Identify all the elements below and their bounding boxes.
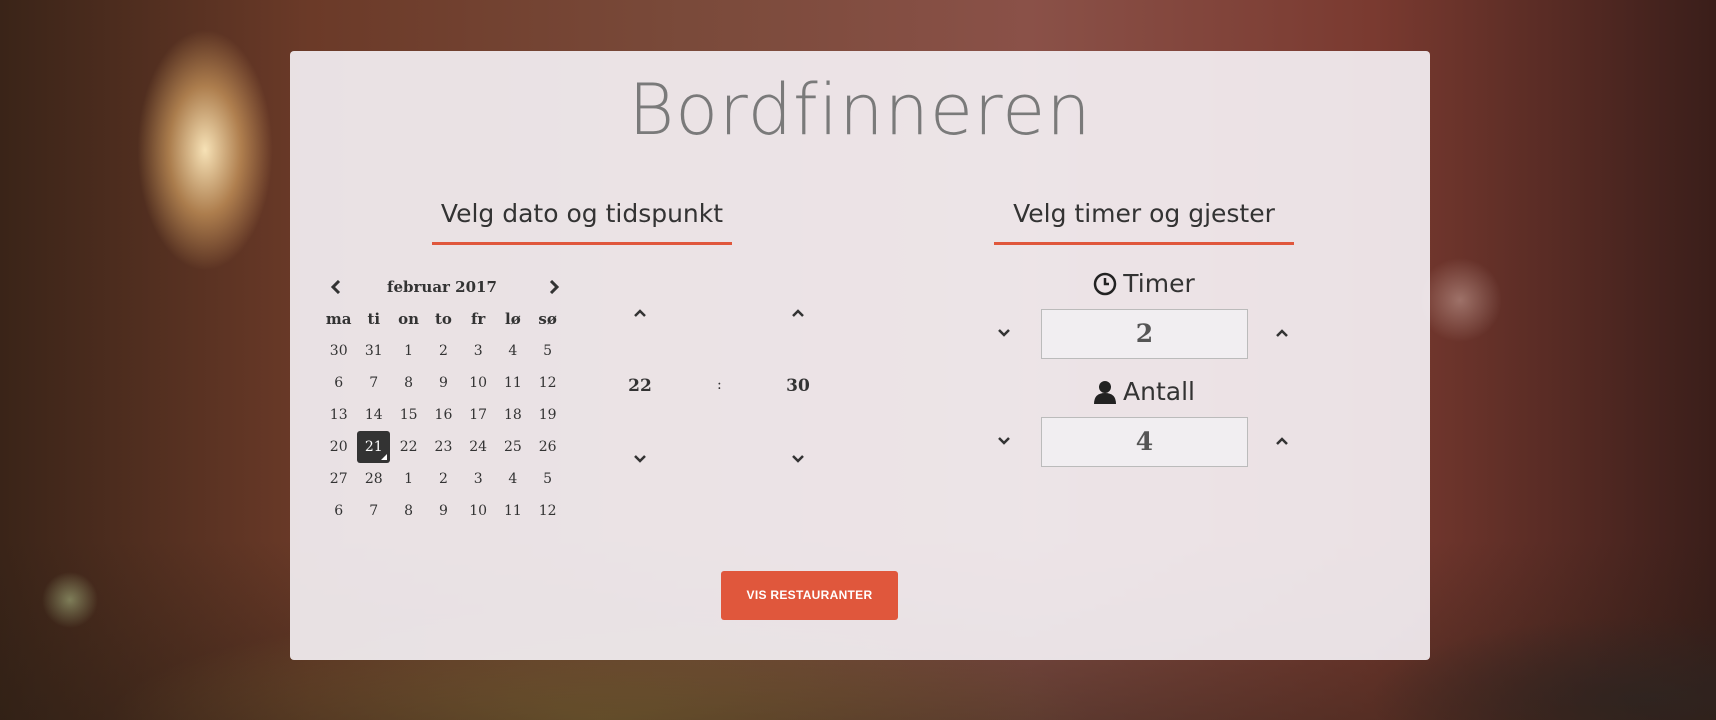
- hours-input[interactable]: 2: [1041, 309, 1248, 359]
- calendar-day[interactable]: 4: [497, 335, 530, 367]
- calendar-day[interactable]: 16: [427, 399, 460, 431]
- selected-day[interactable]: 21: [357, 431, 391, 463]
- calendar-day[interactable]: 22: [392, 431, 425, 463]
- calendar-day[interactable]: 31: [357, 335, 390, 367]
- calendar-day[interactable]: 1: [392, 335, 425, 367]
- calendar-week: 20 21 22 23 24 25 26: [322, 431, 564, 463]
- page-title: Bordfinneren: [628, 69, 1092, 151]
- chevron-up-icon: [1276, 329, 1288, 337]
- guests-decrement-button[interactable]: [989, 426, 1019, 456]
- minute-decrement-button[interactable]: [783, 444, 813, 474]
- calendar-day[interactable]: 6: [322, 495, 355, 527]
- calendar-day[interactable]: 7: [357, 495, 390, 527]
- calendar-day[interactable]: 9: [427, 367, 460, 399]
- calendar-day[interactable]: 20: [322, 431, 355, 463]
- calendar-day[interactable]: 19: [531, 399, 564, 431]
- calendar-day[interactable]: 6: [322, 367, 355, 399]
- calendar-week: 13 14 15 16 17 18 19: [322, 399, 564, 431]
- calendar-day[interactable]: 18: [497, 399, 530, 431]
- weekday-label: lø: [505, 310, 521, 328]
- chevron-right-icon: [549, 280, 560, 294]
- hours-label-text: Timer: [1123, 269, 1195, 298]
- date-picker: februar 2017 ma ti on to fr lø sø 30 31 …: [322, 273, 562, 527]
- calendar-day[interactable]: 2: [427, 463, 460, 495]
- chevron-down-icon: [792, 455, 804, 463]
- minute-increment-button[interactable]: [783, 298, 813, 328]
- calendar-week: 27 28 1 2 3 4 5: [322, 463, 564, 495]
- hour-value[interactable]: 22: [620, 376, 660, 396]
- weekday-label: on: [398, 310, 420, 328]
- calendar-day[interactable]: 10: [462, 495, 495, 527]
- person-icon: [1094, 380, 1117, 404]
- show-restaurants-button[interactable]: VIS RESTAURANTER: [721, 571, 898, 620]
- calendar-day[interactable]: 13: [322, 399, 355, 431]
- guests-increment-button[interactable]: [1267, 426, 1297, 456]
- calendar-day[interactable]: 26: [531, 431, 564, 463]
- calendar-day[interactable]: 17: [462, 399, 495, 431]
- month-label[interactable]: februar 2017: [322, 278, 562, 296]
- hours-guests-heading: Velg timer og gjester: [994, 199, 1294, 245]
- chevron-up-icon: [1276, 437, 1288, 445]
- search-panel: Bordfinneren Velg dato og tidspunkt Velg…: [290, 51, 1430, 660]
- weekday-label: ma: [325, 310, 352, 328]
- calendar-grid: ma ti on to fr lø sø 30 31 1 2 3 4 5 6 7…: [320, 303, 566, 527]
- hours-label: Timer: [994, 269, 1294, 298]
- hour-decrement-button[interactable]: [625, 444, 655, 474]
- clock-icon: [1094, 272, 1117, 295]
- calendar-day[interactable]: 2: [427, 335, 460, 367]
- chevron-down-icon: [634, 455, 646, 463]
- weekday-label: sø: [538, 310, 557, 328]
- calendar-day[interactable]: 25: [497, 431, 530, 463]
- chevron-up-icon: [634, 309, 646, 317]
- calendar-day[interactable]: 12: [531, 495, 564, 527]
- time-separator: :: [717, 377, 722, 393]
- calendar-day[interactable]: 15: [392, 399, 425, 431]
- calendar-day[interactable]: 4: [497, 463, 530, 495]
- calendar-day[interactable]: 8: [392, 495, 425, 527]
- calendar-day[interactable]: 3: [462, 335, 495, 367]
- calendar-day[interactable]: 30: [322, 335, 355, 367]
- hour-increment-button[interactable]: [625, 298, 655, 328]
- chevron-down-icon: [998, 437, 1010, 445]
- date-time-heading: Velg dato og tidspunkt: [432, 199, 732, 245]
- hours-decrement-button[interactable]: [989, 318, 1019, 348]
- calendar-day[interactable]: 5: [531, 335, 564, 367]
- calendar-day[interactable]: 3: [462, 463, 495, 495]
- calendar-day[interactable]: 10: [462, 367, 495, 399]
- guests-label: Antall: [994, 377, 1294, 406]
- chevron-up-icon: [792, 309, 804, 317]
- calendar-header: februar 2017: [322, 273, 562, 303]
- weekday-label: fr: [470, 310, 486, 328]
- calendar-week: 6 7 8 9 10 11 12: [322, 367, 564, 399]
- calendar-day[interactable]: 28: [357, 463, 390, 495]
- weekday-row: ma ti on to fr lø sø: [322, 303, 564, 335]
- calendar-day[interactable]: 8: [392, 367, 425, 399]
- calendar-day[interactable]: 24: [462, 431, 495, 463]
- calendar-day[interactable]: 7: [357, 367, 390, 399]
- calendar-week: 6 7 8 9 10 11 12: [322, 495, 564, 527]
- calendar-day[interactable]: 1: [392, 463, 425, 495]
- hours-increment-button[interactable]: [1267, 318, 1297, 348]
- guests-input[interactable]: 4: [1041, 417, 1248, 467]
- weekday-label: ti: [367, 310, 381, 328]
- calendar-day[interactable]: 9: [427, 495, 460, 527]
- calendar-day[interactable]: 11: [497, 495, 530, 527]
- calendar-day[interactable]: 5: [531, 463, 564, 495]
- weekday-label: to: [434, 310, 452, 328]
- calendar-day[interactable]: 27: [322, 463, 355, 495]
- next-month-button[interactable]: [542, 275, 566, 299]
- chevron-down-icon: [998, 329, 1010, 337]
- calendar-day[interactable]: 12: [531, 367, 564, 399]
- guests-label-text: Antall: [1123, 377, 1195, 406]
- calendar-day[interactable]: 14: [357, 399, 390, 431]
- calendar-week: 30 31 1 2 3 4 5: [322, 335, 564, 367]
- calendar-day[interactable]: 11: [497, 367, 530, 399]
- minute-value[interactable]: 30: [778, 376, 818, 396]
- calendar-day[interactable]: 23: [427, 431, 460, 463]
